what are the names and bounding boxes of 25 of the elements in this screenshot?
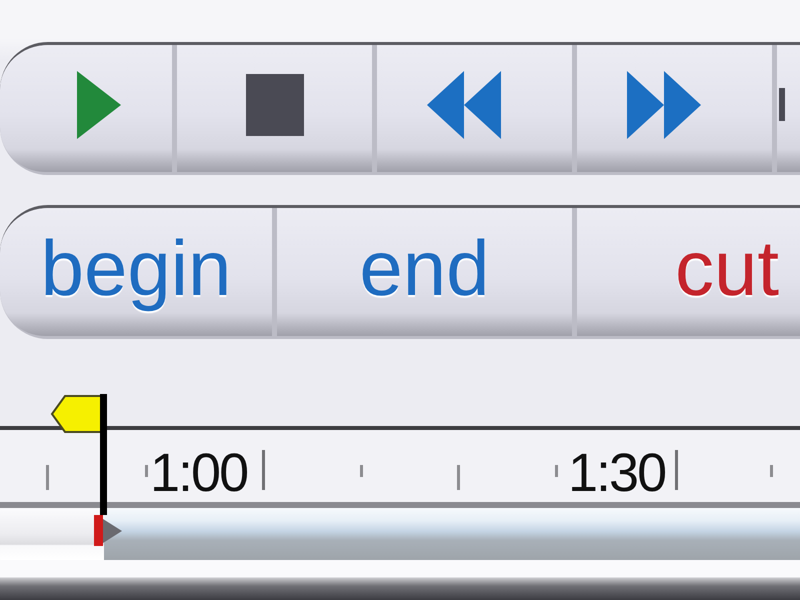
ruler-tick: [675, 450, 678, 490]
edit-button[interactable]: end: [277, 208, 572, 336]
edit-button[interactable]: begin: [0, 208, 272, 336]
time-label: 1:00: [150, 446, 248, 500]
fast-forward-button[interactable]: [577, 45, 772, 172]
time-label: 1:30: [568, 446, 666, 500]
scrubber-handle[interactable]: [94, 515, 122, 546]
ruler-tick: [46, 465, 49, 490]
ruler-tick: [360, 465, 363, 477]
ruler-tick: [145, 465, 148, 477]
ruler-tick: [770, 465, 773, 477]
fast-forward-icon: [626, 70, 700, 138]
ruler-tick: [555, 465, 558, 477]
timeline-track[interactable]: [0, 508, 800, 560]
rewind-button[interactable]: [377, 45, 572, 172]
bar-icon: [779, 88, 785, 121]
rewind-icon: [426, 70, 500, 138]
play-button[interactable]: [0, 45, 172, 172]
ruler-tick: [457, 465, 460, 490]
stop-button[interactable]: [177, 45, 372, 172]
stop-icon: [246, 74, 304, 136]
edit-button[interactable]: cut: [577, 208, 800, 336]
play-icon: [77, 70, 121, 138]
partial-button[interactable]: [777, 45, 800, 172]
ruler-tick: [262, 450, 265, 490]
